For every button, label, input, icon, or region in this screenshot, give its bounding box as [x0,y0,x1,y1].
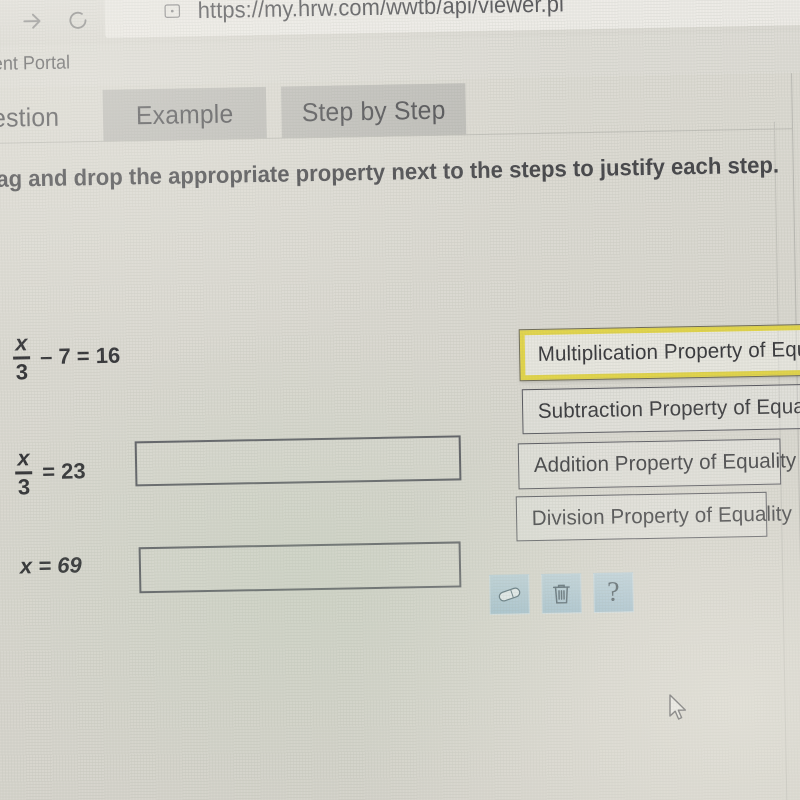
site-info-icon[interactable] [163,1,182,20]
tab-question[interactable]: uestion [0,90,89,145]
help-icon: ? [606,576,620,608]
trash-icon [550,581,572,606]
fraction-numerator: x [17,445,30,471]
url-text: https://my.hrw.com/wwtb/api/viewer.pl [197,0,565,23]
fraction-denominator: 3 [15,358,29,385]
tab-example[interactable]: Example [102,86,267,142]
instruction-text: Drag and drop the appropriate property n… [0,151,780,193]
delete-button[interactable] [541,573,582,614]
mouse-cursor [668,694,690,724]
tab-step-by-step[interactable]: Step by Step [281,83,467,139]
fraction-numerator: x [14,330,28,356]
lesson-panel: uestion Example Step by Step Drag and dr… [0,73,800,800]
equation-remainder: = 23 [41,458,86,485]
equation-remainder: – 7 = 16 [39,342,121,370]
app-viewport: uestion Example Step by Step Drag and dr… [0,72,800,800]
browser-window: https://my.hrw.com/wwtb/api/viewer.pl tu… [0,0,800,800]
dropzone-step-2[interactable] [134,435,462,487]
property-card-division[interactable]: Division Property of Equality [515,491,792,542]
fraction-denominator: 3 [17,473,31,500]
forward-arrow-icon[interactable] [19,8,45,34]
equation-step-2: x 3 = 23 [15,445,86,500]
equation-step-1: x 3 – 7 = 16 [13,330,121,385]
equation-step-3: x = 69 [20,552,82,579]
fraction-x-over-3: x 3 [15,445,33,500]
help-button[interactable]: ? [593,572,634,613]
navigation-icons [19,0,92,41]
fraction-x-over-3: x 3 [13,330,31,385]
tool-bar: ? [489,572,634,615]
property-card-subtraction[interactable]: Subtraction Property of Equality [521,383,800,435]
dropzone-step-3[interactable] [138,541,462,594]
reload-icon[interactable] [65,7,91,33]
eraser-button[interactable] [489,574,530,615]
equation-text: x = 69 [19,552,82,579]
bookmark-student-portal[interactable]: tudent Portal [0,52,70,76]
property-card-addition[interactable]: Addition Property of Equality [517,438,797,490]
property-card-multiplication[interactable]: Multiplication Property of Equa [518,323,800,382]
eraser-icon [495,582,523,607]
photographed-screen: https://my.hrw.com/wwtb/api/viewer.pl tu… [0,0,800,800]
